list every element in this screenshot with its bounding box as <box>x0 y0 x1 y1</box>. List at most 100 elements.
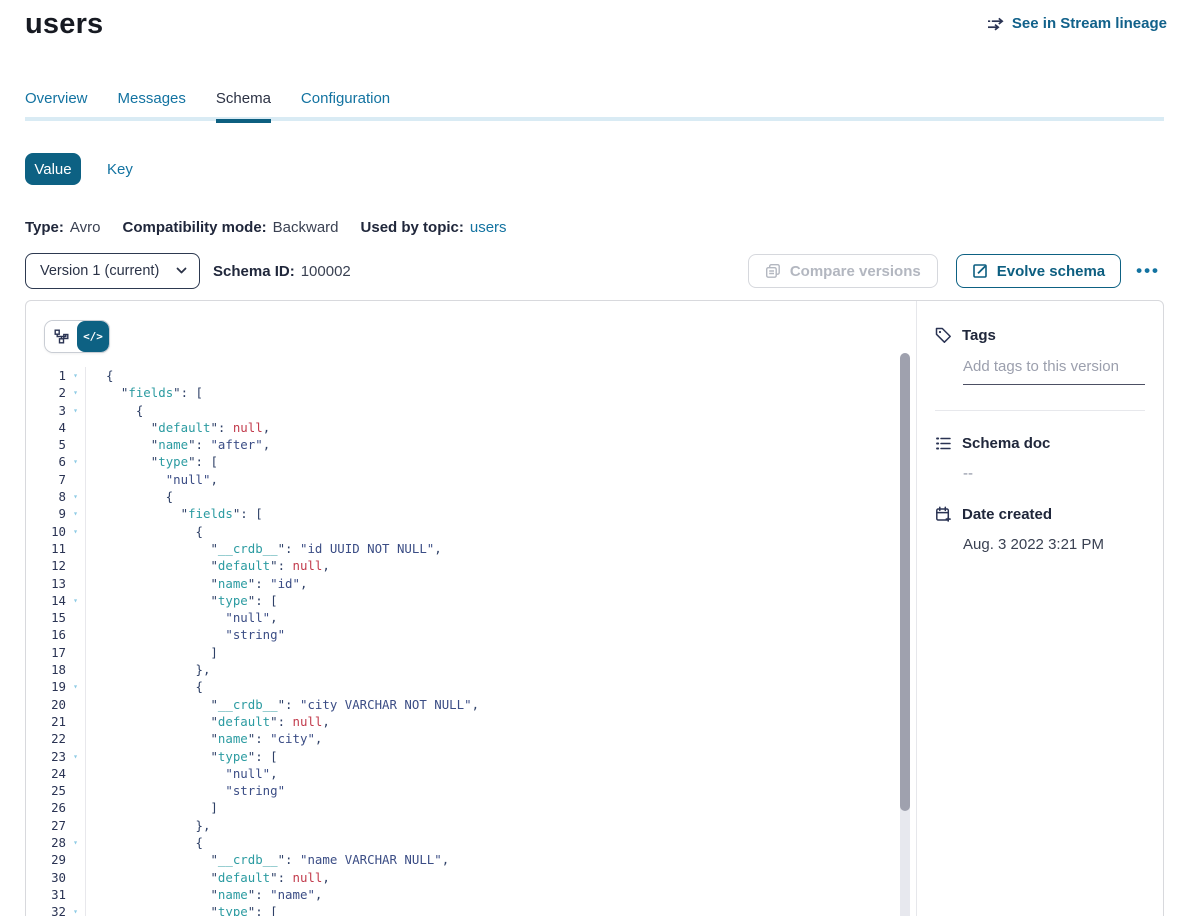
code-line: 9▾ "fields": [ <box>26 505 916 522</box>
fold-toggle-icon <box>66 644 85 661</box>
code-line-text: { <box>85 402 916 419</box>
code-line: 31 "name": "name", <box>26 886 916 903</box>
code-line-text: "__crdb__": "city VARCHAR NOT NULL", <box>85 696 916 713</box>
fold-toggle-icon[interactable]: ▾ <box>66 748 85 765</box>
line-number: 16 <box>26 626 66 643</box>
code-line-text: "type": [ <box>85 592 916 609</box>
value-tab-button[interactable]: Value <box>25 153 81 185</box>
line-number: 28 <box>26 834 66 851</box>
code-line-text: { <box>85 367 916 384</box>
code-line: 5 "name": "after", <box>26 436 916 453</box>
line-number: 18 <box>26 661 66 678</box>
line-number: 17 <box>26 644 66 661</box>
compare-versions-icon <box>765 263 781 279</box>
fold-toggle-icon <box>66 696 85 713</box>
add-tags-input[interactable] <box>963 358 1145 385</box>
fold-toggle-icon[interactable]: ▾ <box>66 402 85 419</box>
used-by-topic-label: Used by topic: <box>361 219 464 236</box>
compare-versions-button[interactable]: Compare versions <box>748 254 938 288</box>
code-line: 32▾ "type": [ <box>26 903 916 916</box>
more-options-button[interactable]: ••• <box>1132 266 1164 276</box>
fold-toggle-icon <box>66 626 85 643</box>
code-line-text: "fields": [ <box>85 505 916 522</box>
fold-toggle-icon <box>66 575 85 592</box>
fold-toggle-icon[interactable]: ▾ <box>66 523 85 540</box>
tree-view-icon <box>54 329 69 344</box>
fold-toggle-icon <box>66 661 85 678</box>
code-line-text: }, <box>85 661 916 678</box>
evolve-schema-button[interactable]: Evolve schema <box>956 254 1121 288</box>
fold-toggle-icon[interactable]: ▾ <box>66 834 85 851</box>
code-line-text: "name": "after", <box>85 436 916 453</box>
evolve-schema-label: Evolve schema <box>997 263 1105 280</box>
line-number: 32 <box>26 903 66 916</box>
tags-section: Tags <box>935 327 1145 411</box>
line-number: 4 <box>26 419 66 436</box>
line-number: 12 <box>26 557 66 574</box>
tab-schema[interactable]: Schema <box>216 90 271 123</box>
version-select[interactable]: Version 1 (current) <box>25 253 200 289</box>
compare-versions-label: Compare versions <box>790 263 921 280</box>
used-by-topic-link[interactable]: users <box>470 219 507 236</box>
code-line: 18 }, <box>26 661 916 678</box>
line-number: 29 <box>26 851 66 868</box>
line-number: 25 <box>26 782 66 799</box>
fold-toggle-icon <box>66 886 85 903</box>
code-line-text: "name": "id", <box>85 575 916 592</box>
code-line-text: "default": null, <box>85 869 916 886</box>
code-line: 26 ] <box>26 799 916 816</box>
code-line-text: "null", <box>85 765 916 782</box>
fold-toggle-icon[interactable]: ▾ <box>66 367 85 384</box>
fold-toggle-icon[interactable]: ▾ <box>66 903 85 916</box>
code-view-icon: </> <box>83 330 103 343</box>
fold-toggle-icon[interactable]: ▾ <box>66 505 85 522</box>
fold-toggle-icon[interactable]: ▾ <box>66 384 85 401</box>
calendar-icon <box>935 506 952 523</box>
editor-scrollbar-track[interactable] <box>900 353 910 916</box>
schema-code[interactable]: 1▾{2▾ "fields": [3▾ {4 "default": null,5… <box>26 367 916 916</box>
code-line-text: "default": null, <box>85 557 916 574</box>
page-title: users <box>25 8 103 41</box>
code-line-text: "type": [ <box>85 903 916 916</box>
fold-toggle-icon[interactable]: ▾ <box>66 592 85 609</box>
stream-lineage-link[interactable]: See in Stream lineage <box>987 15 1167 32</box>
stream-lineage-icon <box>987 17 1005 31</box>
key-tab-button[interactable]: Key <box>107 161 133 178</box>
code-line: 12 "default": null, <box>26 557 916 574</box>
fold-toggle-icon <box>66 471 85 488</box>
line-number: 11 <box>26 540 66 557</box>
code-line-text: "null", <box>85 471 916 488</box>
type-value: Avro <box>70 219 101 236</box>
code-line-text: "fields": [ <box>85 384 916 401</box>
editor-scrollbar-thumb[interactable] <box>900 353 910 811</box>
schema-meta-row: Type: Avro Compatibility mode: Backward … <box>25 219 507 236</box>
code-line-text: { <box>85 523 916 540</box>
fold-toggle-icon[interactable]: ▾ <box>66 453 85 470</box>
code-line-text: "__crdb__": "name VARCHAR NULL", <box>85 851 916 868</box>
fold-toggle-icon <box>66 557 85 574</box>
code-line: 1▾{ <box>26 367 916 384</box>
code-view-button[interactable]: </> <box>77 321 109 352</box>
schema-id-value: 100002 <box>301 263 351 280</box>
code-line: 23▾ "type": [ <box>26 748 916 765</box>
sidebar-divider <box>935 410 1145 411</box>
compatibility-label: Compatibility mode: <box>122 219 266 236</box>
tree-view-button[interactable] <box>45 321 77 352</box>
line-number: 20 <box>26 696 66 713</box>
code-line: 17 ] <box>26 644 916 661</box>
schema-doc-section: Schema doc -- <box>935 435 1145 482</box>
fold-toggle-icon[interactable]: ▾ <box>66 488 85 505</box>
line-number: 7 <box>26 471 66 488</box>
line-number: 21 <box>26 713 66 730</box>
editor-view-toggle: </> <box>44 320 110 353</box>
fold-toggle-icon <box>66 730 85 747</box>
line-number: 19 <box>26 678 66 695</box>
line-number: 30 <box>26 869 66 886</box>
code-line-text: ] <box>85 799 916 816</box>
fold-toggle-icon[interactable]: ▾ <box>66 678 85 695</box>
line-number: 6 <box>26 453 66 470</box>
line-number: 26 <box>26 799 66 816</box>
code-line: 22 "name": "city", <box>26 730 916 747</box>
line-number: 22 <box>26 730 66 747</box>
code-line: 6▾ "type": [ <box>26 453 916 470</box>
